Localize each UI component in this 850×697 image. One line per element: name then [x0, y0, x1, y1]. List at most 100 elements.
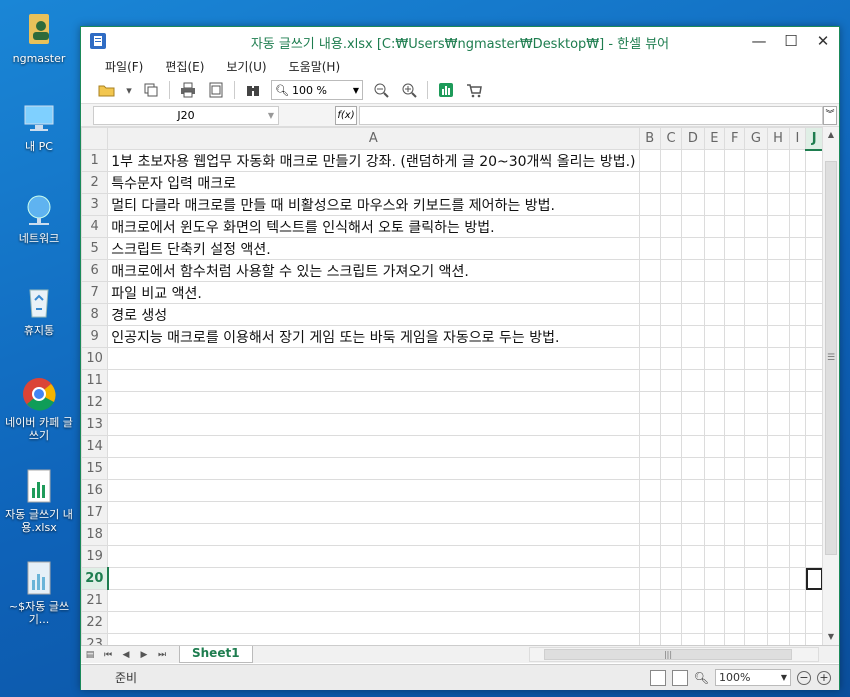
cell-D[interactable] [681, 369, 705, 392]
cell-G[interactable] [744, 237, 768, 260]
cell-F[interactable] [724, 501, 746, 524]
spreadsheet-grid[interactable]: A B C D E F G H I J 1 1부 초보자용 웹업무 자동화 매크로… [81, 127, 823, 645]
cell-A[interactable] [107, 347, 640, 370]
cell-C[interactable] [659, 501, 683, 524]
row-header[interactable]: 2 [81, 171, 109, 194]
cell-F[interactable] [724, 347, 746, 370]
row-header[interactable]: 4 [81, 215, 109, 238]
cell-G[interactable] [744, 325, 768, 348]
cell-A[interactable] [107, 501, 640, 524]
cell-F[interactable] [724, 281, 746, 304]
desktop-icon-my-pc[interactable]: 내 PC [4, 100, 74, 153]
cell-J[interactable] [805, 545, 823, 568]
name-box[interactable]: J20 ▼ [93, 105, 279, 125]
row-header[interactable]: 17 [81, 501, 109, 524]
cell-D[interactable] [681, 479, 705, 502]
minimize-button[interactable]: — [743, 27, 775, 55]
cell-D[interactable] [681, 215, 705, 238]
cell-B[interactable] [638, 281, 661, 304]
cell-E[interactable] [703, 589, 726, 612]
cell-I[interactable] [788, 259, 807, 282]
cell-C[interactable] [659, 259, 683, 282]
cell-G[interactable] [744, 567, 768, 590]
cell-B[interactable] [638, 589, 661, 612]
cell-B[interactable] [638, 149, 661, 172]
cell-I[interactable] [788, 413, 807, 436]
row-header[interactable]: 3 [81, 193, 109, 216]
desktop-icon-naver-cafe[interactable]: 네이버 카페 글쓰기 [4, 376, 74, 442]
column-header[interactable]: D [681, 127, 705, 150]
desktop-icon-recycle-bin[interactable]: 휴지통 [4, 284, 74, 337]
cell-A[interactable] [107, 457, 640, 480]
cell-F[interactable] [724, 303, 746, 326]
cell-H[interactable] [766, 457, 790, 480]
cell-B[interactable] [638, 237, 661, 260]
cell-E[interactable] [703, 237, 726, 260]
cell-H[interactable] [766, 567, 790, 590]
cell-B[interactable] [638, 567, 661, 590]
cell-D[interactable] [681, 259, 705, 282]
cell-I[interactable] [788, 391, 807, 414]
cell-J[interactable] [805, 325, 823, 348]
cell-D[interactable] [681, 325, 705, 348]
cell-E[interactable] [703, 325, 726, 348]
cell-E[interactable] [703, 391, 726, 414]
cell-H[interactable] [766, 171, 790, 194]
cell-J[interactable] [805, 149, 823, 172]
cell-E[interactable] [703, 281, 726, 304]
row-header[interactable]: 1 [81, 149, 109, 172]
cell-A[interactable] [107, 567, 640, 590]
cell-D[interactable] [681, 413, 705, 436]
cell-C[interactable] [659, 237, 683, 260]
cell-I[interactable] [788, 457, 807, 480]
cell-E[interactable] [703, 347, 726, 370]
row-header[interactable]: 14 [81, 435, 109, 458]
cell-A[interactable] [107, 633, 640, 645]
cell-A[interactable]: 경로 생성 [107, 303, 640, 326]
cell-B[interactable] [638, 435, 661, 458]
cell-F[interactable] [724, 413, 746, 436]
cell-B[interactable] [638, 523, 661, 546]
cell-C[interactable] [659, 457, 683, 480]
cell-A[interactable]: 1부 초보자용 웹업무 자동화 매크로 만들기 강좌. (랜덤하게 글 20~3… [107, 149, 640, 172]
cell-I[interactable] [788, 611, 807, 634]
cell-H[interactable] [766, 501, 790, 524]
cell-G[interactable] [744, 193, 768, 216]
cell-D[interactable] [681, 611, 705, 634]
cell-H[interactable] [766, 193, 790, 216]
zoom-out-icon[interactable]: − [797, 670, 811, 685]
cell-D[interactable] [681, 457, 705, 480]
cell-H[interactable] [766, 611, 790, 634]
menu-help[interactable]: 도움말(H) [289, 58, 341, 75]
cell-F[interactable] [724, 325, 746, 348]
row-header[interactable]: 8 [81, 303, 109, 326]
cell-B[interactable] [638, 633, 661, 645]
cell-G[interactable] [744, 523, 768, 546]
cell-H[interactable] [766, 369, 790, 392]
cell-C[interactable] [659, 523, 683, 546]
cell-I[interactable] [788, 171, 807, 194]
cell-I[interactable] [788, 369, 807, 392]
title-bar[interactable]: 자동 글쓰기 내용.xlsx [C:₩Users₩ngmaster₩Deskto… [81, 27, 839, 55]
cell-G[interactable] [744, 303, 768, 326]
cell-E[interactable] [703, 479, 726, 502]
scroll-thumb[interactable]: ||| [544, 649, 792, 660]
first-sheet-icon[interactable]: ⏮ [99, 650, 117, 660]
cell-I[interactable] [788, 193, 807, 216]
cell-G[interactable] [744, 347, 768, 370]
cell-J[interactable] [805, 237, 823, 260]
cell-E[interactable] [703, 369, 726, 392]
cell-H[interactable] [766, 435, 790, 458]
cell-G[interactable] [744, 149, 768, 172]
row-header[interactable]: 15 [81, 457, 109, 480]
cell-F[interactable] [724, 193, 746, 216]
cell-D[interactable] [681, 501, 705, 524]
cell-D[interactable] [681, 545, 705, 568]
cell-C[interactable] [659, 545, 683, 568]
cell-G[interactable] [744, 501, 768, 524]
cell-J[interactable] [805, 281, 823, 304]
cell-C[interactable] [659, 391, 683, 414]
cell-G[interactable] [744, 171, 768, 194]
cell-A[interactable]: 인공지능 매크로를 이용해서 장기 게임 또는 바둑 게임을 자동으로 두는 방… [107, 325, 640, 348]
normal-view-icon[interactable] [649, 669, 666, 686]
